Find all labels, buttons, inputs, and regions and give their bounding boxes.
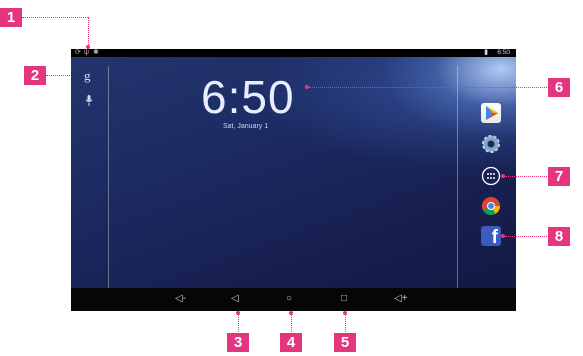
usb-icon: ψ [84, 49, 89, 56]
tablet-screen: ⟳ ψ ✱ ▮ 6:50 g 6:50 Sat, January 1 f ◁- … [71, 49, 516, 311]
status-time: 6:50 [497, 49, 510, 56]
callout-1-leader-v [88, 17, 89, 47]
callout-3: 3 [227, 333, 249, 352]
callout-8-leader [505, 236, 547, 237]
play-store-icon[interactable] [481, 103, 501, 123]
microphone-icon[interactable] [85, 95, 93, 109]
callout-8: 8 [548, 227, 570, 246]
chrome-icon[interactable] [481, 196, 501, 216]
facebook-icon[interactable]: f [481, 226, 501, 248]
settings-icon[interactable] [481, 134, 501, 154]
google-search-icon[interactable]: g [84, 68, 91, 84]
debug-icon: ✱ [93, 49, 99, 56]
home-button[interactable]: ○ [286, 293, 292, 305]
callout-7: 7 [548, 167, 570, 186]
app-drawer-icon[interactable] [481, 166, 501, 186]
callout-4-leader [291, 314, 292, 332]
volume-down-button[interactable]: ◁- [175, 293, 186, 305]
date-label: Sat, January 1 [223, 123, 269, 130]
recent-apps-button[interactable]: □ [341, 293, 347, 305]
callout-4: 4 [280, 333, 302, 352]
right-divider [457, 66, 458, 299]
volume-up-button[interactable]: ◁+ [394, 293, 408, 305]
callout-3-leader [238, 314, 239, 332]
callout-1: 1 [0, 8, 22, 27]
status-bar: ⟳ ψ ✱ ▮ 6:50 [71, 49, 516, 57]
callout-2: 2 [24, 66, 46, 85]
callout-6: 6 [548, 78, 570, 97]
navigation-bar: ◁- ◁ ○ □ ◁+ [71, 288, 516, 311]
battery-icon: ▮ [484, 49, 488, 56]
callout-1-leader [22, 17, 88, 18]
callout-5-leader [345, 314, 346, 332]
facebook-letter: f [491, 227, 498, 248]
clock: 6:50 [201, 71, 295, 123]
left-divider [108, 66, 109, 299]
back-button[interactable]: ◁ [231, 293, 239, 305]
callout-6-leader [309, 87, 547, 88]
callout-7-leader [505, 176, 547, 177]
sync-icon: ⟳ [75, 49, 81, 56]
callout-5: 5 [334, 333, 356, 352]
